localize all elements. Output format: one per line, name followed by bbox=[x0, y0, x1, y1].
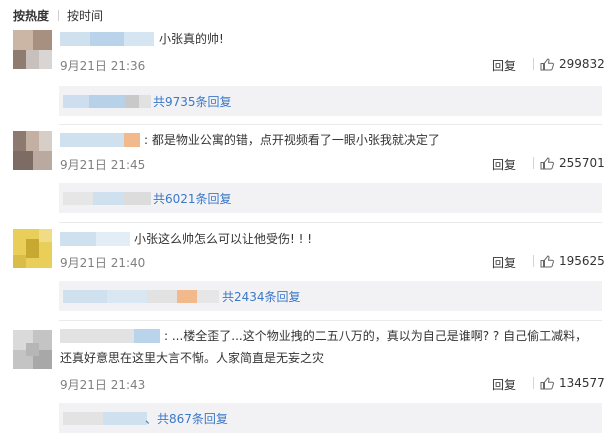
like-count: 299832 bbox=[559, 57, 605, 71]
reply-summary[interactable]: 、共867条回复 bbox=[59, 403, 602, 433]
like-button[interactable]: 134577 bbox=[533, 376, 605, 390]
replier-names-blurred bbox=[63, 290, 219, 303]
like-divider bbox=[533, 377, 534, 389]
avatar[interactable] bbox=[13, 330, 52, 369]
username-blurred[interactable] bbox=[60, 232, 130, 246]
comment-time: 9月21日 21:45 bbox=[60, 158, 146, 172]
comment-time: 9月21日 21:43 bbox=[60, 378, 146, 392]
sort-divider bbox=[58, 9, 60, 21]
reply-summary[interactable]: 共2434条回复 bbox=[59, 281, 602, 311]
like-button[interactable]: 255701 bbox=[533, 156, 605, 170]
sort-bar: 按热度 按时间 bbox=[13, 7, 103, 23]
reply-count-link[interactable]: 共6021条回复 bbox=[153, 190, 232, 207]
comment-divider bbox=[59, 320, 602, 321]
comment-time: 9月21日 21:36 bbox=[60, 59, 146, 73]
replier-names-blurred bbox=[63, 412, 147, 425]
like-count: 255701 bbox=[559, 156, 605, 170]
comment-time: 9月21日 21:40 bbox=[60, 256, 146, 270]
like-count: 134577 bbox=[559, 376, 605, 390]
comment-divider bbox=[59, 124, 602, 125]
sort-by-time[interactable]: 按时间 bbox=[67, 7, 103, 24]
avatar[interactable] bbox=[13, 30, 52, 69]
avatar[interactable] bbox=[13, 131, 52, 170]
thumbs-up-icon bbox=[540, 57, 554, 70]
avatar[interactable] bbox=[13, 229, 52, 268]
reply-button[interactable]: 回复 bbox=[492, 376, 516, 393]
replier-names-blurred bbox=[63, 192, 151, 205]
like-divider bbox=[533, 58, 534, 70]
reply-summary[interactable]: 共9735条回复 bbox=[59, 86, 602, 116]
thumbs-up-icon bbox=[540, 254, 554, 267]
reply-count-link[interactable]: 共9735条回复 bbox=[153, 93, 232, 110]
reply-summary[interactable]: 共6021条回复 bbox=[59, 183, 602, 213]
thumbs-up-icon bbox=[540, 376, 554, 389]
reply-count-link[interactable]: 、共867条回复 bbox=[145, 410, 228, 427]
reply-button[interactable]: 回复 bbox=[492, 254, 516, 271]
username-blurred[interactable] bbox=[60, 32, 154, 46]
comment-text: 小张真的帅! bbox=[159, 32, 224, 46]
sort-by-hot[interactable]: 按热度 bbox=[13, 7, 49, 24]
like-divider bbox=[533, 255, 534, 267]
reply-button[interactable]: 回复 bbox=[492, 57, 516, 74]
thumbs-up-icon bbox=[540, 156, 554, 169]
like-count: 195625 bbox=[559, 254, 605, 268]
like-button[interactable]: 195625 bbox=[533, 254, 605, 268]
like-button[interactable]: 299832 bbox=[533, 57, 605, 71]
username-blurred[interactable] bbox=[60, 133, 140, 147]
replier-names-blurred bbox=[63, 95, 151, 108]
comment-text: : ...楼全歪了...这个物业拽的二五八万的，真以为自己是谁啊? ? 自己偷工… bbox=[60, 329, 588, 365]
like-divider bbox=[533, 157, 534, 169]
reply-button[interactable]: 回复 bbox=[492, 156, 516, 173]
comment-text: 小张这么帅怎么可以让他受伤! ! ! bbox=[134, 232, 313, 246]
comment-divider bbox=[59, 222, 602, 223]
reply-count-link[interactable]: 共2434条回复 bbox=[222, 288, 301, 305]
comment-text: : 都是物业公寓的错，点开视频看了一眼小张我就决定了 bbox=[144, 133, 440, 147]
